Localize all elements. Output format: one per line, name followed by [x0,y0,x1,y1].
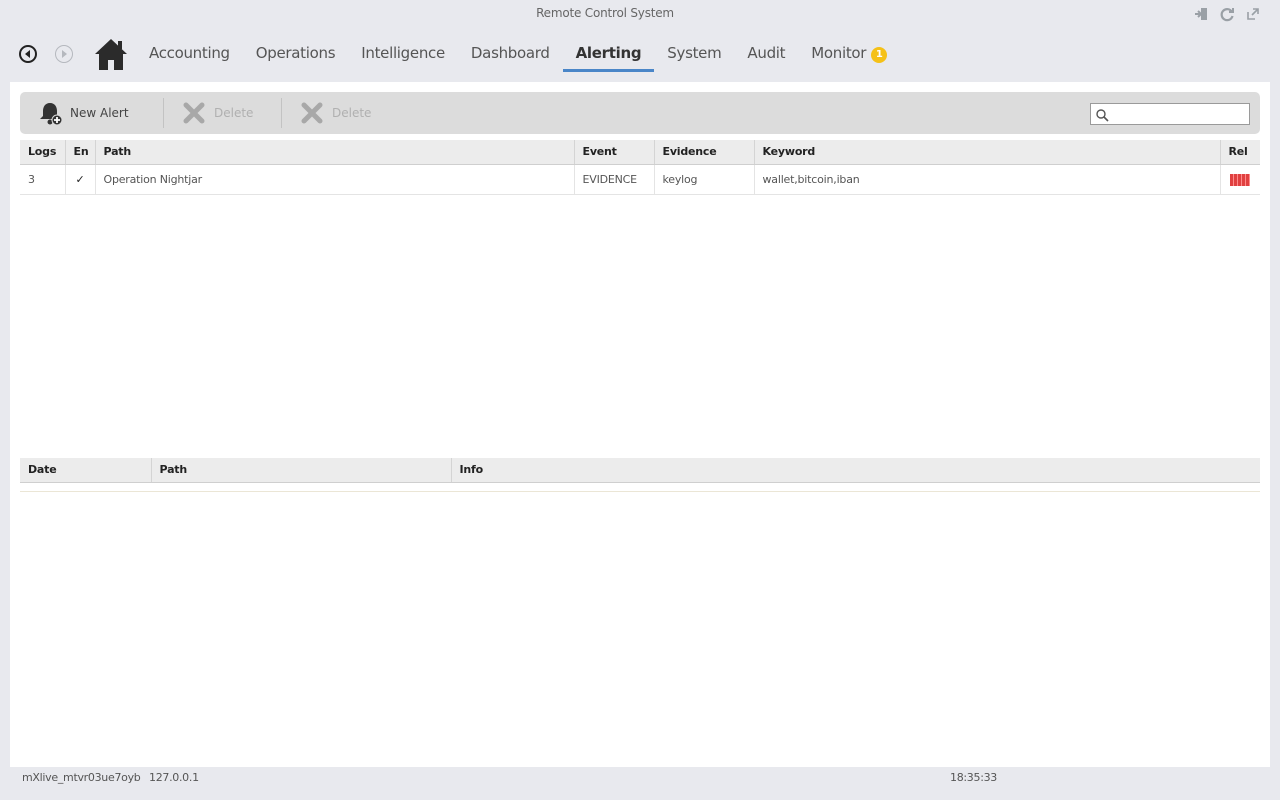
column-header-keyword[interactable]: Keyword [753,140,1220,165]
status-bar: mXlive_mtvr03ue7oyb 127.0.0.1 18:35:33 [0,767,1280,800]
cell-evidence: keylog [653,164,754,195]
search-box [1090,103,1250,125]
search-input[interactable] [1113,106,1245,122]
tab-alerting[interactable]: Alerting [562,34,655,72]
tab-intelligence[interactable]: Intelligence [348,34,458,70]
status-time: 18:35:33 [950,771,998,784]
cell-relevance [1219,164,1260,195]
nav-tabs: Accounting Operations Intelligence Dashb… [136,34,900,74]
back-button[interactable] [19,45,37,63]
status-user: mXlive_mtvr03ue7oyb [22,771,141,784]
toolbar-divider [281,98,282,128]
table-row[interactable]: 3 ✓ Operation Nightjar EVIDENCE keylog w… [20,164,1260,195]
logs-header-row: Date Path Info [20,458,1260,483]
logs-empty-area [20,483,1260,492]
tab-monitor[interactable]: Monitor 1 [798,34,900,70]
main-panel: New Alert Delete Delete Logs En Path Eve… [10,82,1270,767]
cell-enabled-check[interactable]: ✓ [64,164,95,195]
column-header-log-path[interactable]: Path [150,458,451,483]
search-icon [1095,107,1109,122]
tab-operations[interactable]: Operations [243,34,348,70]
refresh-icon[interactable] [1218,5,1236,22]
column-header-logs[interactable]: Logs [20,140,65,165]
column-header-event[interactable]: Event [573,140,654,165]
delete-x-icon [180,99,208,127]
tab-monitor-label: Monitor [811,44,867,62]
column-header-enabled[interactable]: En [64,140,95,165]
new-alert-bell-icon [36,99,64,127]
cell-event: EVIDENCE [573,164,654,195]
relevance-bar-icon [1230,173,1251,186]
column-header-date[interactable]: Date [20,458,151,483]
tab-dashboard[interactable]: Dashboard [458,34,563,70]
home-icon [95,39,127,70]
column-header-evidence[interactable]: Evidence [653,140,754,165]
delete-x-icon [298,99,326,127]
delete-log-button[interactable]: Delete [298,96,371,130]
home-button[interactable] [93,36,129,72]
toolbar-divider [163,98,164,128]
main-nav: Accounting Operations Intelligence Dashb… [0,34,1280,74]
forward-button[interactable] [55,45,73,63]
tab-system[interactable]: System [654,34,734,70]
window-controls [1192,5,1262,22]
delete-log-label: Delete [332,106,372,120]
app-title: Remote Control System [536,6,674,20]
back-arrow-icon [25,50,30,58]
alerts-header-row: Logs En Path Event Evidence Keyword Rel [20,140,1260,165]
cell-logs: 3 [20,164,65,195]
delete-alert-label: Delete [214,106,254,120]
alerts-table: Logs En Path Event Evidence Keyword Rel … [20,140,1260,195]
alert-logs-table: Date Path Info [20,458,1260,483]
tab-audit[interactable]: Audit [734,34,798,70]
tab-accounting[interactable]: Accounting [136,34,243,70]
delete-alert-button[interactable]: Delete [180,96,253,130]
column-header-info[interactable]: Info [450,458,1260,483]
status-ip: 127.0.0.1 [149,771,199,784]
toolbar: New Alert Delete Delete [20,92,1260,134]
popout-icon[interactable] [1244,5,1262,22]
monitor-count-badge: 1 [871,47,888,63]
cell-keyword: wallet,bitcoin,iban [753,164,1220,195]
column-header-relevance[interactable]: Rel [1219,140,1260,165]
logout-icon[interactable] [1192,5,1210,22]
forward-arrow-icon [62,50,67,58]
new-alert-label: New Alert [70,106,129,120]
cell-path: Operation Nightjar [94,164,574,195]
title-bar: Remote Control System [0,0,1280,28]
new-alert-button[interactable]: New Alert [36,96,129,130]
column-header-path[interactable]: Path [94,140,574,165]
